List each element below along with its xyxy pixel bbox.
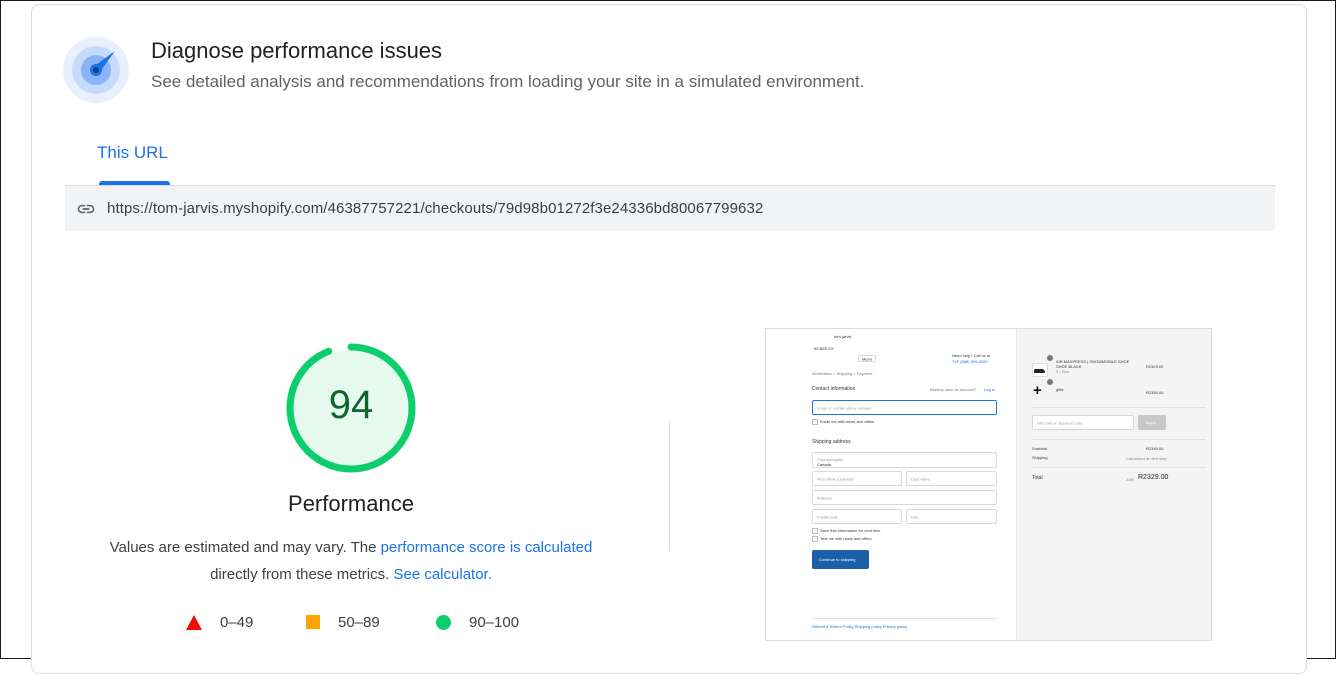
square-icon (306, 615, 320, 629)
legend-fail: 0–49 (186, 611, 253, 633)
shipping-label: Shipping (1032, 455, 1048, 460)
thumb-last-name: Last name (906, 471, 997, 486)
continue-label: Continue to shipping (819, 557, 856, 562)
legend-pass: 90–100 (436, 611, 519, 633)
speed-gauge-icon (63, 37, 129, 103)
last-name-placeholder: Last name (911, 476, 930, 481)
thumb-divider (1032, 439, 1206, 440)
footer-links: Refund & Return Policy Shipping policy P… (812, 624, 908, 629)
thumb-continue-button: Continue to shipping (812, 550, 869, 569)
thumb-email-field: Email or mobile phone number (812, 400, 997, 415)
help-text: Need help? Call us at (952, 353, 991, 358)
url-bar: https://tom-jarvis.myshopify.com/4638775… (65, 185, 1275, 231)
thumb-postal: Postal code (812, 509, 902, 524)
subtotal-label: Subtotal (1032, 446, 1047, 451)
email-news: Email me with news and offers (820, 419, 875, 424)
total-label: Total (1032, 475, 1043, 481)
thumb-product-image (1032, 363, 1048, 377)
description-text-1: Values are estimated and may vary. The (109, 539, 381, 556)
save-info: Save this information for next time (820, 528, 881, 533)
help-phone: TLF (888) 555-0000 (952, 359, 988, 364)
page-subtitle: See detailed analysis and recommendation… (151, 72, 865, 91)
shipping-value: Calculated at next step (1126, 456, 1167, 461)
checkout-breadcrumb: Information > Shipping > Payment (812, 371, 873, 376)
item2-name: gifte (1056, 387, 1064, 392)
text-news: Text me with news and offers (820, 536, 872, 541)
thumb-footer-divider (812, 618, 997, 619)
thumb-divider (1032, 407, 1206, 408)
country-value: Canada (817, 462, 832, 467)
address-placeholder: Address (817, 495, 832, 500)
thumb-checkbox (812, 528, 818, 534)
thumb-discount-field: Gift card or discount code (1032, 415, 1134, 430)
score-calculated-link[interactable]: performance score is calculated (381, 539, 593, 556)
score-description: Values are estimated and may vary. The p… (71, 534, 631, 588)
triangle-icon (186, 614, 202, 630)
description-text-2: directly from these metrics. (210, 566, 394, 583)
thumb-address: Address (812, 490, 997, 505)
total-currency: ZAR (1126, 477, 1134, 482)
circle-icon (436, 614, 451, 630)
thumb-city: City (906, 509, 997, 524)
total-value: R2329.00 (1138, 474, 1169, 481)
thumb-checkbox (812, 536, 818, 542)
first-name-placeholder: First name (optional) (817, 476, 854, 481)
email-placeholder: Email or mobile phone number (817, 405, 872, 410)
contact-heading: Contact information (812, 386, 856, 392)
store-name: tom-jarvis (834, 334, 852, 339)
quantity-badge (1047, 355, 1053, 361)
discount-placeholder: Gift card or discount code (1037, 420, 1083, 425)
city-placeholder: City (911, 514, 918, 519)
tab-this-url[interactable]: This URL (97, 143, 168, 163)
score-value: 94 (328, 383, 374, 427)
store-line: 99 BEECH (814, 346, 834, 351)
score-label: Performance (288, 491, 414, 516)
legend-range: 0–49 (220, 613, 254, 631)
item2-price: R2350.00 (1146, 390, 1164, 395)
quantity-badge (1047, 379, 1053, 385)
thumb-store-button: Menu (858, 355, 876, 362)
have-account: Already have an account? (930, 387, 977, 392)
legend-range: 90–100 (469, 613, 520, 631)
item1-size: 9 / Size (1056, 369, 1070, 374)
item1-price: R2329.00 (1146, 364, 1164, 369)
postal-placeholder: Postal code (817, 514, 838, 519)
page-title: Diagnose performance issues (151, 38, 443, 63)
divider (669, 421, 670, 551)
thumb-checkbox (812, 419, 818, 425)
final-screenshot-thumbnail[interactable]: tom-jarvis 99 BEECH Menu Need help? Call… (765, 328, 1212, 641)
thumb-apply-button: Apply (1138, 415, 1166, 430)
link-icon (77, 204, 95, 214)
tested-url[interactable]: https://tom-jarvis.myshopify.com/4638775… (107, 200, 763, 217)
plus-icon: + (1033, 382, 1042, 399)
apply-label: Apply (1146, 420, 1157, 425)
legend-average: 50–89 (306, 611, 380, 633)
thumb-country-field: Country/region Canada (812, 452, 997, 468)
subtotal-value: R2349.00 (1146, 446, 1164, 451)
thumb-first-name: First name (optional) (812, 471, 902, 486)
legend-range: 50–89 (338, 613, 380, 631)
shipping-heading: Shipping address (812, 439, 851, 445)
login-link: Log in (984, 387, 995, 392)
see-calculator-link[interactable]: See calculator. (393, 566, 491, 583)
thumb-divider (1032, 467, 1206, 468)
